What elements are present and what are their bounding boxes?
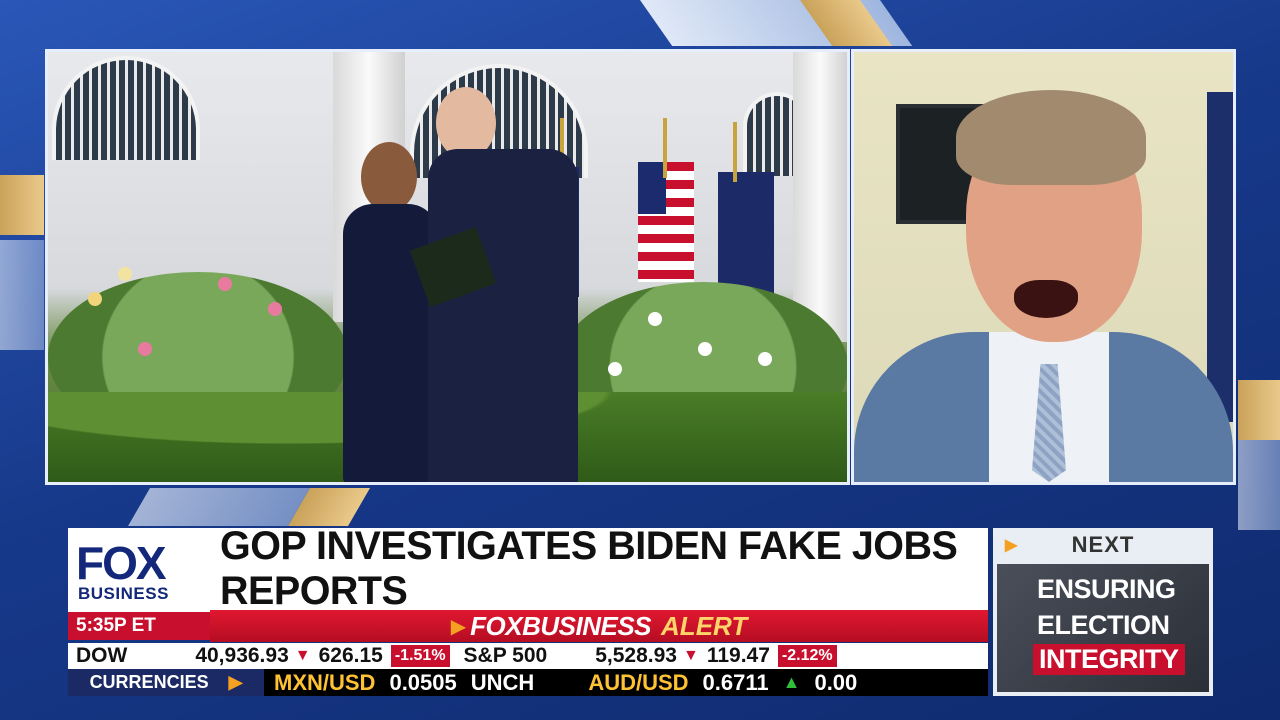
next-segment-thumbnail: ENSURING ELECTION INTEGRITY [997,564,1209,692]
currency-pair: MXN/USD [274,669,376,695]
alert-word: ALERT [661,610,748,641]
background-stripe [0,240,44,350]
next-segment-box: ▶ NEXT ENSURING ELECTION INTEGRITY [993,528,1213,696]
ticker-percent: -2.12% [777,645,837,667]
background-stripe [1238,380,1280,440]
guest-hair [956,90,1146,185]
rose [648,312,662,326]
rose [138,342,152,356]
play-arrow-icon: ▶ [450,615,467,638]
background-stripe [0,175,44,235]
play-arrow-icon: ▶ [228,672,243,692]
ticker-change: 626.15 [318,644,383,667]
ticker-symbol: S&P 500 [463,644,548,667]
rose [608,362,622,376]
rose [698,342,712,356]
currencies-label: CURRENCIES ▶ [68,669,264,696]
next-title-line2: ELECTION [1037,610,1170,640]
currency-pair: AUD/USD [588,669,689,695]
currency-value: 0.6711 [702,669,769,695]
currency-change: 0.00 [814,669,858,695]
rose [268,302,282,316]
wall-flag [1207,92,1233,422]
stock-ticker: DOW 40,936.93 ▼ 626.15 -1.51% S&P 500 5,… [68,643,988,669]
clock-time: 5:35P ET [68,612,210,640]
ticker-item: DOW 40,936.93 ▼ 626.15 -1.51% [68,643,450,669]
next-title-line3: INTEGRITY [1033,644,1185,675]
currency-data: MXN/USD 0.0505 UNCH AUD/USD 0.6711 ▲ 0.0… [264,669,988,696]
ticker-change: 119.47 [706,644,770,667]
next-header: ▶ NEXT [993,528,1213,562]
guest-mouth [1014,280,1078,318]
window-arch [52,56,200,160]
ticker-value: 40,936.93 [195,644,289,667]
currency-value: 0.0505 [389,669,457,695]
rose [118,267,132,281]
currencies-label-text: CURRENCIES [89,672,209,692]
alert-bar: ▶ FOXBUSINESS ALERT [210,610,988,642]
next-label: NEXT [1071,532,1135,557]
up-arrow-icon: ▲ [782,672,801,692]
down-arrow-icon: ▼ [294,647,311,664]
ticker-value: 5,528.93 [595,644,677,667]
next-title-line1: ENSURING [1037,574,1176,604]
background-stripe [128,488,310,526]
logo-business-text: BUSINESS [78,584,169,603]
ticker-symbol: DOW [76,644,128,667]
headline-text: GOP INVESTIGATES BIDEN FAKE JOBS REPORTS [220,524,958,613]
currency-ticker: CURRENCIES ▶ MXN/USD 0.0505 UNCH AUD/USD… [68,669,988,696]
column [793,52,847,342]
photo-panel [45,49,850,485]
headline-banner: GOP INVESTIGATES BIDEN FAKE JOBS REPORTS [210,524,988,613]
ticker-percent: -1.51% [390,645,450,667]
down-arrow-icon: ▼ [682,647,699,664]
ticker-item: S&P 500 5,528.93 ▼ 119.47 -2.12% [456,643,837,669]
currency-change: UNCH [470,669,535,695]
american-flag [638,162,694,282]
rose [758,352,772,366]
play-arrow-icon: ▶ [1005,537,1019,554]
flag-pole [733,122,737,182]
flag-pole [663,118,667,178]
network-logo: FOX BUSINESS 5:35P ET [68,528,210,640]
rose [88,292,102,306]
logo-fox-text: FOX [76,537,167,589]
rose [218,277,232,291]
guest-video-panel [851,49,1236,485]
alert-brand: FOXBUSINESS [470,610,652,641]
background-stripe [1238,440,1280,530]
